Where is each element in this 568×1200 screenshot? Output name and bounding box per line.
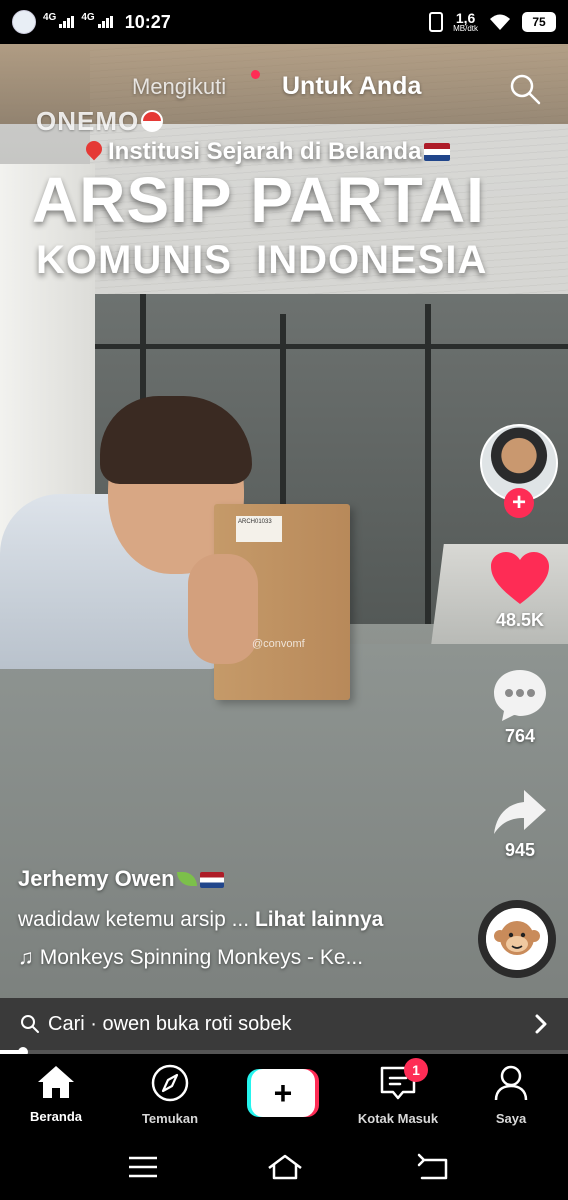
tab-home[interactable]: Beranda: [6, 1064, 106, 1124]
tab-discover-label: Temukan: [141, 1111, 199, 1126]
home-system-icon[interactable]: [266, 1152, 304, 1182]
chevron-right-icon[interactable]: [534, 1013, 548, 1035]
live-indicator-dot: [251, 70, 260, 79]
brand-flag-icon: [141, 110, 164, 132]
network-speed-value: 1,6: [455, 10, 476, 26]
tab-profile[interactable]: Saya: [461, 1064, 561, 1126]
description-text: wadidaw ketemu arsip ...: [18, 908, 250, 931]
profile-icon: [494, 1065, 528, 1101]
follow-button[interactable]: +: [504, 488, 534, 518]
clock: 10:27: [124, 11, 171, 32]
vibrate-icon: [429, 12, 444, 32]
home-icon: [38, 1066, 74, 1098]
signal-icon: [59, 16, 75, 28]
leaf-emoji-icon: [176, 872, 197, 886]
tab-following[interactable]: Mengikuti: [132, 74, 226, 100]
watermark: @convomf: [252, 638, 305, 650]
bottom-tab-bar: Beranda Temukan + 1 Kotak Masuk Saya: [0, 1054, 568, 1138]
system-navigation-bar: [0, 1138, 568, 1200]
status-bar: 4G 4G 10:27 1,6 MB/dtk 75: [0, 0, 568, 44]
top-nav: Mengikuti Untuk Anda: [0, 70, 568, 110]
share-count: 945: [504, 840, 536, 860]
brand-logo: ONEMO: [36, 106, 164, 137]
see-more-link[interactable]: Lihat lainnya: [255, 908, 383, 931]
scene-frame: [425, 304, 431, 624]
notification-avatar-icon: [12, 10, 36, 34]
person-hand: [188, 554, 258, 664]
inbox-badge: 1: [404, 1058, 428, 1082]
video-subtitle: Institusi Sejarah di Belanda: [82, 137, 451, 166]
search-icon[interactable]: [508, 72, 542, 106]
location-pin-icon: [82, 137, 106, 161]
compass-icon: [151, 1064, 189, 1102]
wifi-icon: [490, 14, 510, 30]
tab-for-you[interactable]: Untuk Anda: [282, 72, 421, 101]
search-suggestion-text[interactable]: Cari · owen buka roti sobek: [48, 1013, 291, 1036]
brand-logo-text: ONEMO: [36, 106, 140, 136]
like-count: 48.5K: [495, 610, 545, 630]
comment-icon: [494, 670, 546, 721]
author-name[interactable]: Jerhemy Owen: [18, 866, 175, 891]
network-speed: 1,6 MB/dtk: [453, 11, 478, 33]
video-title-line2: KOMUNIS INDONESIA: [36, 238, 488, 282]
archive-box-label: ARCH01033: [236, 516, 282, 542]
tab-home-label: Beranda: [29, 1109, 83, 1124]
share-arrow-icon: [494, 790, 546, 834]
battery-indicator: 75: [522, 12, 556, 32]
video-caption: Jerhemy Owen wadidaw ketemu arsip ... Li…: [18, 866, 458, 970]
back-icon[interactable]: [416, 1152, 450, 1182]
music-note-icon: ♫: [18, 946, 34, 969]
search-icon: [21, 1015, 39, 1033]
signal-icon-2: [97, 16, 113, 28]
netherlands-flag-icon: [199, 872, 224, 888]
like-button[interactable]: 48.5K: [478, 552, 562, 631]
network-type-2: 4G: [81, 11, 95, 23]
menu-icon[interactable]: [126, 1152, 160, 1182]
archive-box-label-text: ARCH01033: [238, 519, 272, 525]
monkey-album-icon: [486, 908, 548, 970]
music-disc[interactable]: [478, 900, 556, 978]
plus-icon: +: [251, 1069, 315, 1117]
search-suggestion-bar[interactable]: Cari · owen buka roti sobek: [0, 998, 568, 1050]
comment-count: 764: [504, 726, 536, 746]
author-row[interactable]: Jerhemy Owen: [18, 866, 458, 898]
network-speed-unit: MB/dtk: [453, 24, 478, 33]
description: wadidaw ketemu arsip ... Lihat lainnya: [18, 908, 458, 932]
scene-frame: [90, 344, 568, 349]
share-button[interactable]: 945: [478, 788, 562, 861]
video-subtitle-text: Institusi Sejarah di Belanda: [108, 138, 422, 165]
tab-inbox[interactable]: 1 Kotak Masuk: [348, 1058, 448, 1126]
netherlands-flag-icon: [424, 143, 451, 161]
create-button[interactable]: +: [247, 1069, 319, 1117]
tab-discover[interactable]: Temukan: [120, 1064, 220, 1126]
video-title-line1: ARSIP PARTAI: [32, 164, 485, 236]
tab-inbox-label: Kotak Masuk: [357, 1111, 439, 1126]
comment-button[interactable]: 764: [478, 668, 562, 747]
sound-title[interactable]: Monkeys Spinning Monkeys - Ke...: [40, 946, 363, 969]
sound-row[interactable]: ♫ Monkeys Spinning Monkeys - Ke...: [18, 946, 458, 970]
tab-profile-label: Saya: [495, 1111, 527, 1126]
network-type-1: 4G: [43, 11, 57, 23]
heart-icon: [491, 552, 549, 604]
